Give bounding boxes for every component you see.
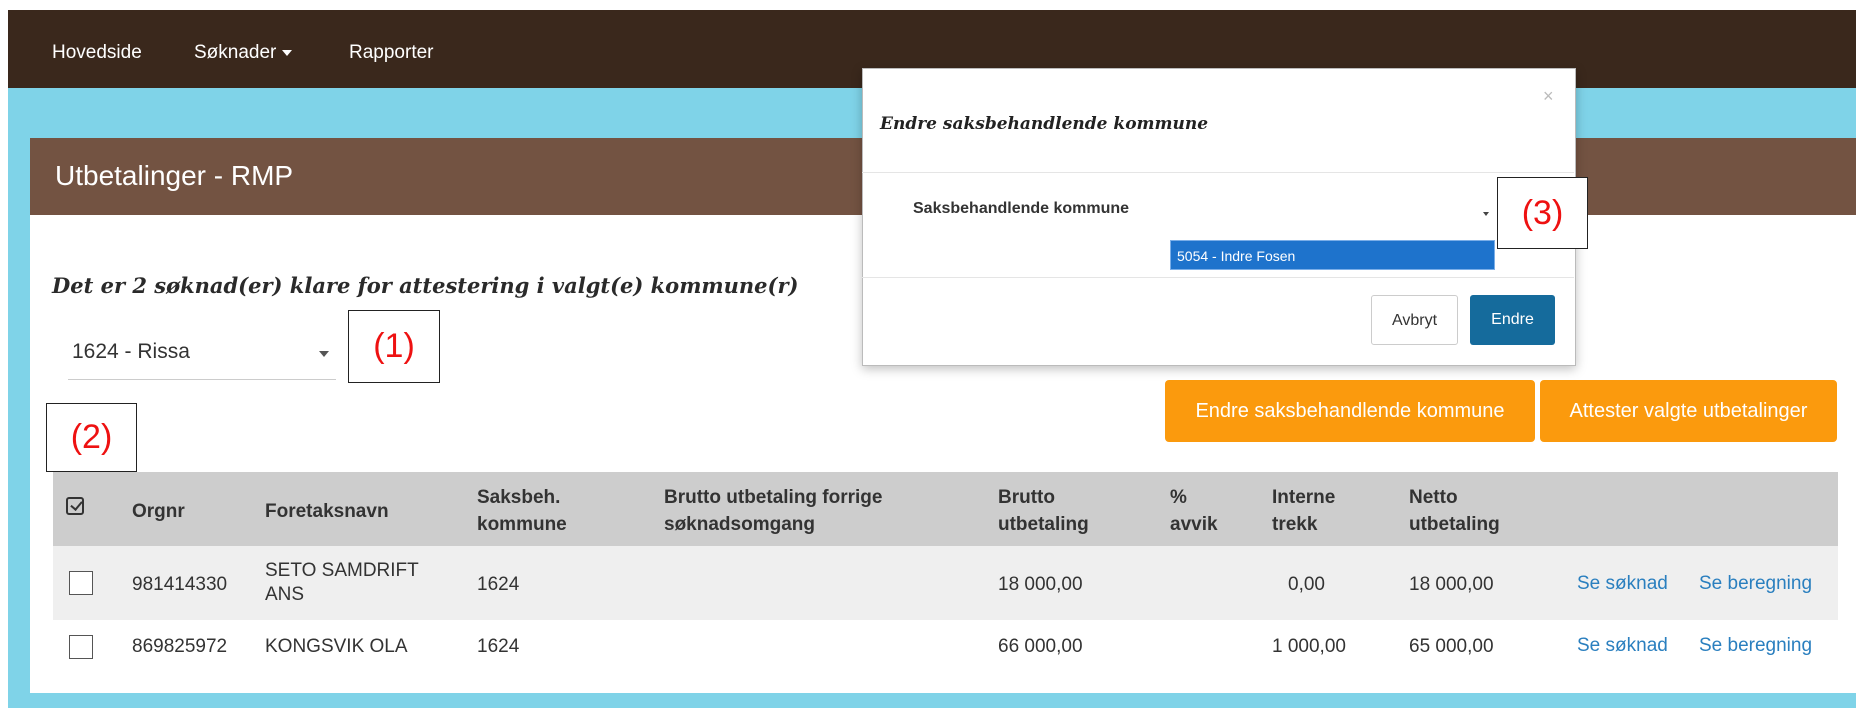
municipality-select[interactable]: 1624 - Rissa xyxy=(68,330,336,380)
cell-internal-deductions: 0,00 xyxy=(1288,574,1325,595)
nav-reports[interactable]: Rapporter xyxy=(349,42,434,64)
cancel-button[interactable]: Avbryt xyxy=(1371,295,1458,345)
municipality-option-selected[interactable]: 5054 - Indre Fosen xyxy=(1170,240,1495,270)
th-internal-line2: trekk xyxy=(1272,514,1318,535)
cell-case-municipality: 1624 xyxy=(477,636,520,657)
th-case-municipality-line1: Saksbeh. xyxy=(477,487,561,508)
nav-applications-dropdown[interactable]: Søknader xyxy=(194,42,293,64)
select-all-checkbox-icon[interactable] xyxy=(66,497,84,515)
th-internal-deductions: Interne trekk xyxy=(1272,484,1335,538)
cell-net-payment: 18 000,00 xyxy=(1409,574,1494,595)
modal-title: Endre saksbehandlende kommune xyxy=(880,114,1209,134)
cell-company-name: SETO SAMDRIFT ANS xyxy=(265,559,419,607)
cell-company-name-line2: ANS xyxy=(265,584,305,605)
page-title: Utbetalinger - RMP xyxy=(55,160,294,191)
cell-gross-payment: 18 000,00 xyxy=(998,574,1083,595)
th-gross-line2: utbetaling xyxy=(998,514,1089,535)
th-previous-gross-line1: Brutto utbetaling forrige xyxy=(664,487,883,508)
cell-net-payment: 65 000,00 xyxy=(1409,636,1494,657)
th-previous-gross: Brutto utbetaling forrige søknadsomgang xyxy=(664,484,882,538)
cell-case-municipality: 1624 xyxy=(477,574,520,595)
th-net-payment: Netto utbetaling xyxy=(1409,484,1500,538)
chevron-down-icon xyxy=(319,351,329,357)
modal-divider xyxy=(862,172,1574,173)
cell-orgnr: 981414330 xyxy=(132,574,228,595)
th-gross-line1: Brutto xyxy=(998,487,1055,508)
th-deviation-line2: avvik xyxy=(1170,514,1218,535)
th-net-line1: Netto xyxy=(1409,487,1458,508)
caret-down-icon xyxy=(282,49,293,56)
cell-company-name: KONGSVIK OLA xyxy=(265,636,408,657)
cell-orgnr: 869825972 xyxy=(132,636,228,657)
th-orgnr: Orgnr xyxy=(132,501,185,522)
row-checkbox[interactable] xyxy=(69,571,93,595)
municipality-select-value: 1624 - Rissa xyxy=(72,340,190,363)
th-case-municipality-line2: kommune xyxy=(477,514,567,535)
th-deviation: % avvik xyxy=(1170,484,1218,538)
th-deviation-line1: % xyxy=(1170,487,1187,508)
th-company-name: Foretaksnavn xyxy=(265,501,389,522)
case-municipality-label: Saksbehandlende kommune xyxy=(913,200,1130,217)
th-previous-gross-line2: søknadsomgang xyxy=(664,514,815,535)
chevron-down-icon[interactable] xyxy=(1483,212,1489,216)
change-municipality-button[interactable]: Endre saksbehandlende kommune xyxy=(1165,380,1535,442)
cell-company-name-line1: SETO SAMDRIFT xyxy=(265,560,419,581)
row-checkbox[interactable] xyxy=(69,635,93,659)
callout-1: (1) xyxy=(348,310,440,383)
see-application-link[interactable]: Se søknad xyxy=(1577,635,1668,657)
see-application-link[interactable]: Se søknad xyxy=(1577,573,1668,595)
modal-divider xyxy=(862,277,1574,278)
th-case-municipality: Saksbeh. kommune xyxy=(477,484,567,538)
nav-applications-label: Søknader xyxy=(194,42,277,63)
cell-gross-payment: 66 000,00 xyxy=(998,636,1083,657)
see-calculation-link[interactable]: Se beregning xyxy=(1699,573,1812,595)
attest-selected-button[interactable]: Attester valgte utbetalinger xyxy=(1540,380,1837,442)
see-calculation-link[interactable]: Se beregning xyxy=(1699,635,1812,657)
cell-internal-deductions: 1 000,00 xyxy=(1272,636,1346,657)
callout-2: (2) xyxy=(46,403,137,472)
th-internal-line1: Interne xyxy=(1272,487,1336,508)
nav-home[interactable]: Hovedside xyxy=(52,42,142,64)
th-net-line2: utbetaling xyxy=(1409,514,1500,535)
close-icon[interactable]: × xyxy=(1543,86,1554,107)
callout-3: (3) xyxy=(1497,177,1588,249)
th-gross-payment: Brutto utbetaling xyxy=(998,484,1089,538)
submit-change-button[interactable]: Endre xyxy=(1470,295,1555,345)
ready-for-attestation-info: Det er 2 søknad(er) klare for attesterin… xyxy=(52,273,799,298)
